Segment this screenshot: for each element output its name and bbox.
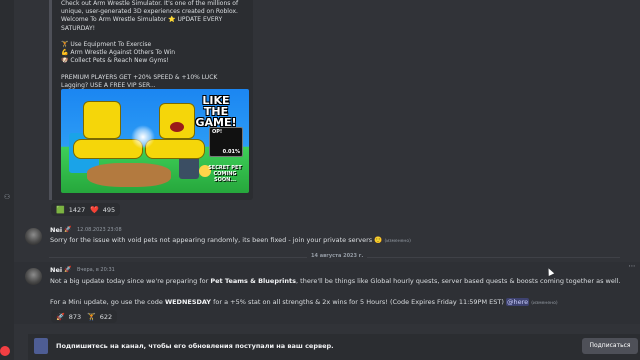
message-content: Sorry for the issue with void pets not a… bbox=[50, 235, 620, 247]
timestamp: 12.08.2023 23:08 bbox=[77, 227, 122, 233]
green-square-icon: 🟩 bbox=[56, 205, 65, 214]
op-percent: 0.01% bbox=[222, 149, 240, 155]
mouth bbox=[170, 122, 184, 132]
rocket-icon: 🚀 bbox=[64, 226, 72, 233]
here-mention[interactable]: @here bbox=[505, 298, 530, 306]
members-icon[interactable]: ⚇ bbox=[2, 192, 12, 202]
edited-label: (изменено) bbox=[384, 239, 411, 244]
follow-channel-bar: Подпишитесь на канал, чтобы его обновлен… bbox=[28, 334, 640, 360]
avatar[interactable] bbox=[25, 268, 42, 285]
follow-text: Подпишитесь на канал, чтобы его обновлен… bbox=[56, 342, 334, 350]
edited-label: (изменено) bbox=[531, 301, 558, 306]
weight-lifter-icon: 🏋 bbox=[87, 312, 96, 321]
text-segment: Not a big update today since we're prepa… bbox=[50, 277, 211, 285]
reaction-rocket[interactable]: 🚀 873 bbox=[51, 310, 87, 323]
rocket-icon: 🚀 bbox=[64, 266, 72, 273]
heart-icon: ❤️ bbox=[90, 205, 99, 214]
author-name[interactable]: Nei bbox=[50, 226, 62, 234]
reaction-count: 622 bbox=[99, 312, 113, 321]
game-embed: Check out Arm Wrestle Simulator. It's on… bbox=[49, 0, 253, 200]
impact-spark bbox=[131, 125, 155, 149]
message-paragraph-2: For a Mini update, go use the code WEDNE… bbox=[50, 297, 630, 309]
reaction-count: 873 bbox=[68, 312, 82, 321]
announcement-icon bbox=[34, 338, 48, 354]
reaction-count: 1427 bbox=[68, 205, 86, 214]
avatar[interactable] bbox=[25, 228, 42, 245]
author-name[interactable]: Nei bbox=[50, 266, 62, 274]
code-text: WEDNESDAY bbox=[164, 298, 212, 306]
more-options-icon[interactable]: ⋯ bbox=[626, 262, 638, 271]
character-head-left bbox=[83, 101, 121, 139]
op-label: OP! bbox=[212, 129, 223, 135]
message-text: Sorry for the issue with void pets not a… bbox=[50, 236, 373, 244]
timestamp: Вчера, в 20:31 bbox=[77, 267, 115, 273]
bold-text: Pet Teams & Blueprints bbox=[210, 277, 297, 285]
thumbnail-title: LIKE THE GAME! bbox=[195, 94, 237, 129]
op-pet-box: OP! 0.01% bbox=[209, 127, 243, 157]
left-rail: ⚇ bbox=[0, 0, 14, 360]
date-divider-label: 14 августа 2023 г. bbox=[307, 253, 368, 259]
reaction-heart[interactable]: ❤️ 495 bbox=[85, 203, 121, 216]
message-paragraph-1: Not a big update today since we're prepa… bbox=[50, 276, 630, 286]
text-segment: For a Mini update, go use the code bbox=[50, 298, 165, 306]
notification-badge bbox=[0, 346, 10, 356]
embed-thumbnail[interactable]: LIKE THE GAME! OP! 0.01% SECRET PET COMI… bbox=[61, 89, 249, 193]
reaction-lifter[interactable]: 🏋 622 bbox=[82, 310, 118, 323]
follow-button[interactable]: Подписаться bbox=[582, 338, 638, 354]
reaction-count: 495 bbox=[102, 205, 116, 214]
rocket-icon: 🚀 bbox=[56, 312, 65, 321]
embed-description: Check out Arm Wrestle Simulator. It's on… bbox=[61, 0, 239, 90]
secret-pet-caption: SECRET PET COMING SOON... bbox=[208, 165, 242, 183]
wrestling-table bbox=[87, 163, 171, 187]
text-segment: for a +5% stat on all strengths & 2x win… bbox=[211, 298, 506, 306]
smile-emoji-icon: 🙂 bbox=[374, 236, 383, 244]
text-segment: , there'll be things like Global hourly … bbox=[296, 277, 621, 285]
